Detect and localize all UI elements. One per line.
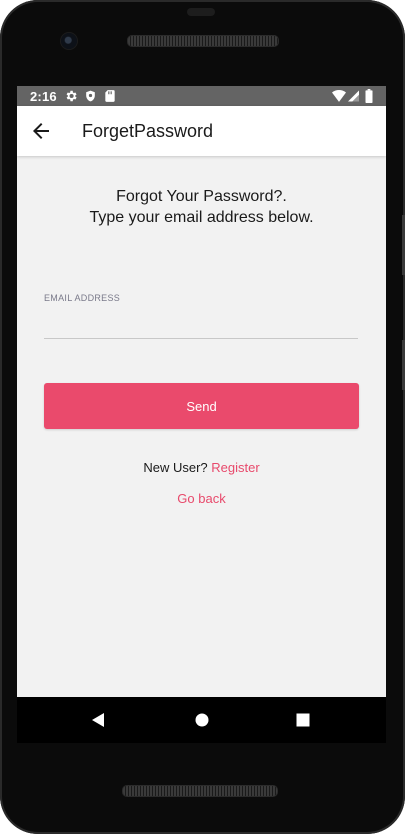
signal-icon <box>348 90 359 102</box>
send-button[interactable]: Send <box>44 383 359 429</box>
email-label: EMAIL ADDRESS <box>44 293 121 303</box>
bottom-speaker-grille <box>122 785 278 797</box>
navigation-bar <box>17 697 386 743</box>
front-camera <box>61 33 77 49</box>
heading-line-1: Forgot Your Password?. <box>116 188 287 205</box>
status-time: 2:16 <box>30 89 57 104</box>
shield-icon <box>86 90 95 102</box>
sd-card-icon <box>105 90 115 102</box>
battery-icon <box>365 89 373 103</box>
instructions-heading: Forgot Your Password?. Type your email a… <box>17 186 386 228</box>
register-prompt: New User? Register <box>17 460 386 475</box>
register-link[interactable]: Register <box>211 460 259 475</box>
app-bar: ForgetPassword <box>17 106 386 156</box>
arrow-back-icon[interactable] <box>29 119 53 143</box>
screen: 2:16 ForgetPassword Forgot Your Password… <box>17 86 386 697</box>
go-back-link[interactable]: Go back <box>177 491 225 506</box>
new-user-text: New User? <box>143 460 208 475</box>
email-field[interactable] <box>44 308 358 339</box>
earpiece <box>187 8 215 16</box>
status-bar: 2:16 <box>17 86 386 106</box>
recents-square-icon[interactable] <box>294 711 312 729</box>
go-back-container: Go back <box>17 491 386 506</box>
page-title: ForgetPassword <box>82 121 214 141</box>
back-triangle-icon[interactable] <box>89 711 107 729</box>
heading-line-2: Type your email address below. <box>89 209 314 226</box>
phone-frame: 2:16 ForgetPassword Forgot Your Password… <box>0 0 405 834</box>
wifi-icon <box>332 90 346 102</box>
gear-icon <box>66 90 77 102</box>
home-circle-icon[interactable] <box>193 711 211 729</box>
top-speaker-grille <box>127 35 279 47</box>
